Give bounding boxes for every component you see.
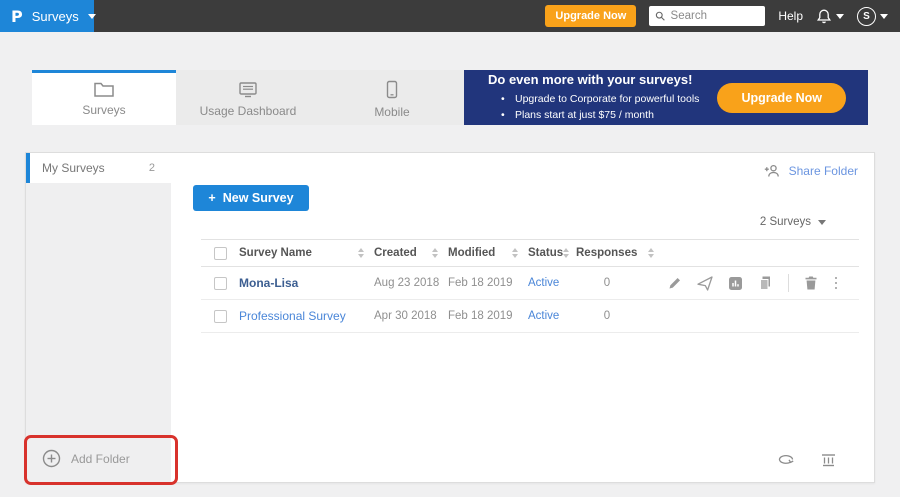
dashboard-icon (237, 81, 259, 99)
send-plane-icon[interactable] (697, 276, 713, 291)
surveys-panel: My Surveys 2 Add Folder Share Folder + N… (25, 152, 875, 483)
table-row: Professional Survey Apr 30 2018 Feb 18 2… (201, 300, 859, 333)
folder-icon (93, 81, 115, 98)
edit-pencil-icon[interactable] (667, 276, 682, 291)
upsell-banner: Do even more with your surveys! Upgrade … (464, 70, 868, 125)
top-bar: P Surveys Upgrade Now Help S (0, 0, 900, 32)
row-checkbox[interactable] (214, 310, 227, 323)
banner-bullet: Upgrade to Corporate for powerful tools (488, 91, 699, 107)
topbar-controls: Upgrade Now Help S (545, 5, 900, 27)
banner-title: Do even more with your surveys! (488, 72, 699, 87)
header-status[interactable]: Status (528, 247, 576, 259)
modified-date: Feb 18 2019 (448, 277, 528, 289)
mobile-icon (385, 80, 399, 100)
recycle-bin-icon[interactable] (821, 452, 836, 467)
banner-text: Do even more with your surveys! Upgrade … (488, 72, 699, 124)
tab-label: Mobile (374, 105, 409, 119)
table-header-row: Survey Name Created Modified Status Resp… (201, 239, 859, 267)
row-checkbox[interactable] (214, 277, 227, 290)
bell-icon (816, 8, 832, 25)
tab-usage-dashboard[interactable]: Usage Dashboard (176, 70, 320, 125)
status-link[interactable]: Active (528, 310, 576, 322)
folder-sidebar: My Surveys 2 Add Folder (26, 153, 171, 482)
notifications-menu[interactable] (816, 8, 844, 25)
banner-upgrade-button[interactable]: Upgrade Now (717, 83, 846, 113)
search-icon (655, 10, 665, 22)
sidebar-item-my-surveys[interactable]: My Surveys 2 (26, 153, 171, 183)
share-person-icon (764, 164, 781, 178)
survey-name-link[interactable]: Mona-Lisa (239, 276, 298, 290)
tab-row: Surveys Usage Dashboard Mobile Do even m… (32, 70, 868, 125)
chevron-down-icon (880, 14, 888, 19)
header-modified[interactable]: Modified (448, 247, 528, 259)
new-survey-button[interactable]: + New Survey (193, 185, 309, 211)
header-survey-name[interactable]: Survey Name (239, 247, 374, 259)
select-all-checkbox[interactable] (214, 247, 227, 260)
row-actions (664, 274, 859, 292)
chevron-down-icon (836, 14, 844, 19)
survey-name-link[interactable]: Professional Survey (239, 309, 346, 323)
account-menu[interactable]: S (857, 7, 888, 26)
copy-icon[interactable] (758, 275, 773, 291)
status-link[interactable]: Active (528, 277, 576, 289)
panel-bottom-icons (777, 452, 836, 467)
sort-icon[interactable] (512, 248, 518, 258)
search-box[interactable] (649, 6, 765, 26)
share-folder-link[interactable]: Share Folder (764, 164, 858, 178)
header-created[interactable]: Created (374, 247, 448, 259)
sort-icon[interactable] (563, 248, 569, 258)
sort-icon[interactable] (432, 248, 438, 258)
plus-icon: + (208, 191, 215, 205)
tab-label: Surveys (82, 103, 125, 117)
sort-icon[interactable] (358, 248, 364, 258)
responses-count: 0 (604, 310, 636, 322)
restore-icon[interactable] (777, 453, 795, 466)
upgrade-now-button[interactable]: Upgrade Now (545, 5, 636, 27)
product-menu[interactable]: P Surveys (0, 0, 94, 32)
created-date: Apr 30 2018 (374, 310, 448, 322)
folder-label: My Surveys (42, 161, 105, 175)
chevron-down-icon (88, 14, 96, 19)
chevron-down-icon (818, 220, 826, 225)
new-survey-label: New Survey (223, 191, 294, 205)
actions-divider (788, 274, 789, 292)
report-chart-icon[interactable] (728, 276, 743, 291)
sort-icon[interactable] (648, 248, 654, 258)
created-date: Aug 23 2018 (374, 277, 448, 289)
modified-date: Feb 18 2019 (448, 310, 528, 322)
surveys-table: Survey Name Created Modified Status Resp… (201, 239, 859, 333)
share-folder-label: Share Folder (789, 164, 858, 178)
help-link[interactable]: Help (778, 9, 803, 23)
responses-count: 0 (604, 277, 636, 289)
delete-trash-icon[interactable] (804, 275, 818, 291)
header-checkbox-cell (201, 247, 239, 260)
plus-circle-icon (42, 449, 61, 468)
tab-label: Usage Dashboard (200, 104, 297, 118)
search-input[interactable] (671, 10, 760, 22)
survey-count-label: 2 Surveys (760, 216, 811, 228)
tab-mobile[interactable]: Mobile (320, 70, 464, 125)
header-responses[interactable]: Responses (576, 247, 664, 259)
add-folder-label: Add Folder (71, 452, 130, 466)
brand-logo: P (11, 7, 23, 26)
add-folder-button[interactable]: Add Folder (26, 435, 171, 482)
table-row: Mona-Lisa Aug 23 2018 Feb 18 2019 Active… (201, 267, 859, 300)
banner-bullet: Plans start at just $75 / month (488, 107, 699, 123)
survey-count-dropdown[interactable]: 2 Surveys (760, 216, 826, 228)
tab-surveys[interactable]: Surveys (32, 70, 176, 125)
avatar: S (857, 7, 876, 26)
more-kebab-icon[interactable] (833, 275, 840, 292)
folder-count-badge: 2 (149, 162, 155, 174)
product-menu-label: Surveys (32, 9, 79, 24)
